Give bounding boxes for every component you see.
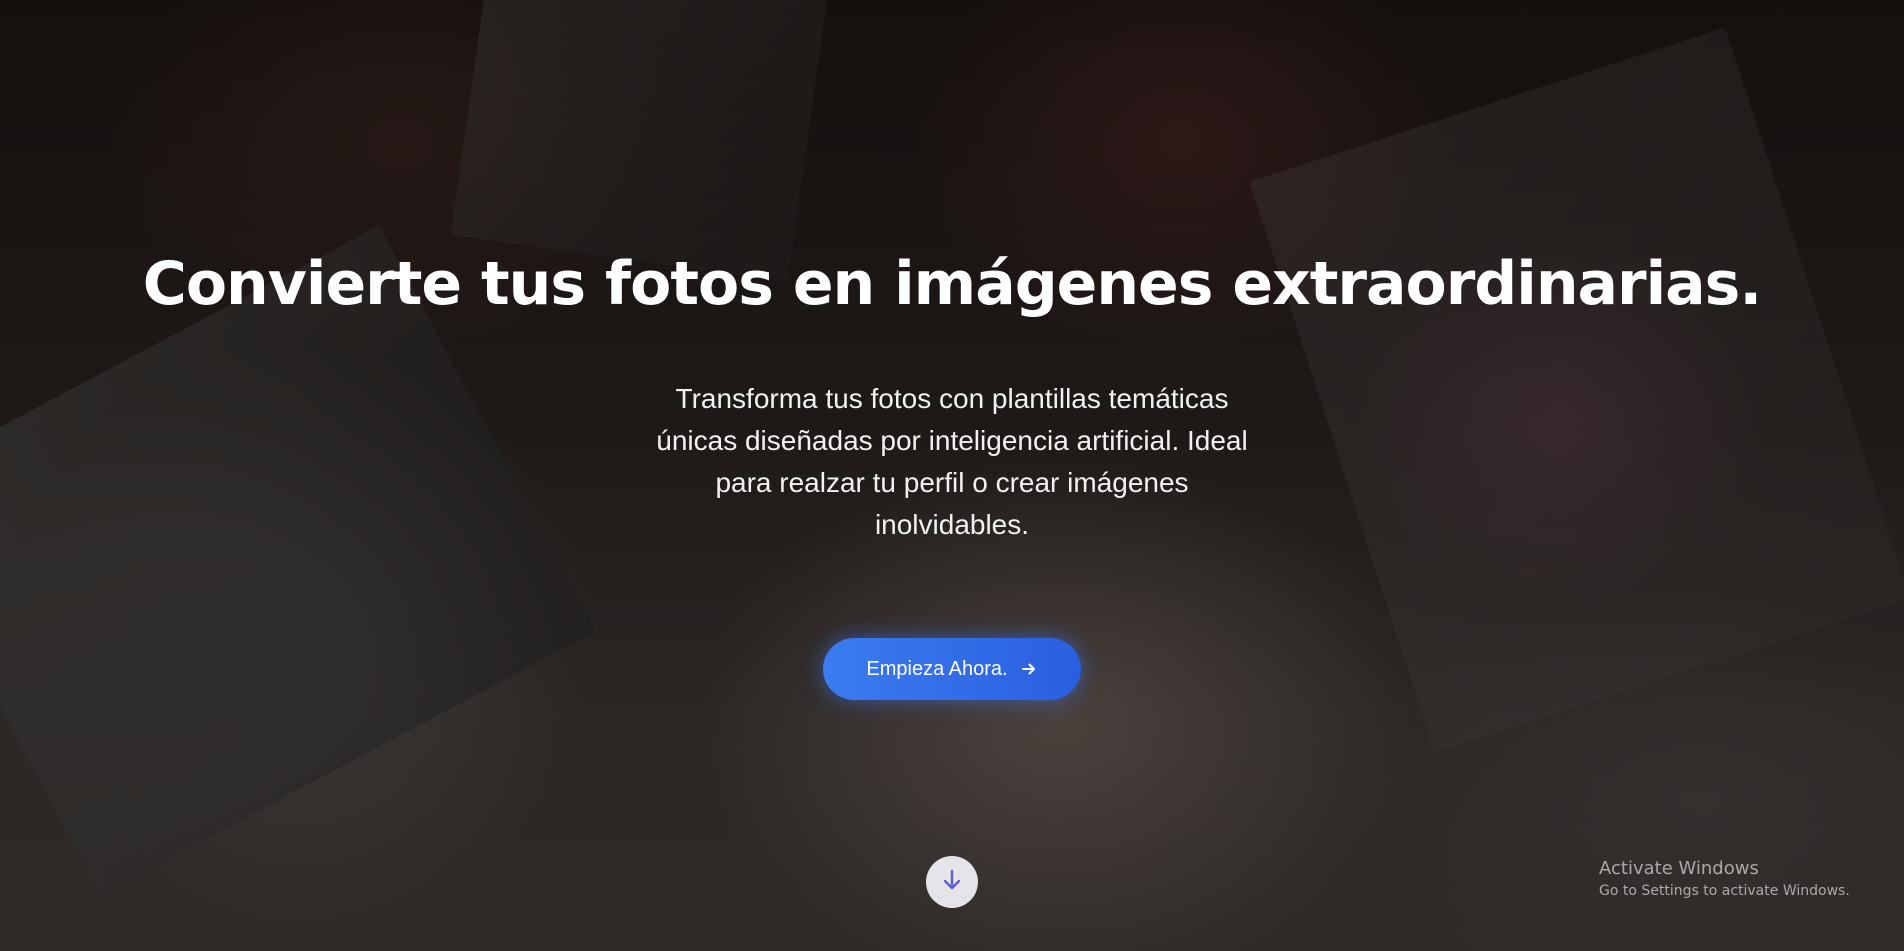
start-now-label: Empieza Ahora. [866,657,1008,680]
hero-headline: Convierte tus fotos en imágenes extraord… [142,249,1762,319]
arrow-down-icon [939,867,965,898]
scroll-down-button[interactable] [926,856,978,908]
hero-subtitle: Transforma tus fotos con plantillas temá… [656,383,1248,540]
watermark-title: Activate Windows [1599,858,1759,879]
watermark-subtitle: Go to Settings to activate Windows. [1599,883,1850,899]
hero-section: Convierte tus fotos en imágenes extraord… [0,0,1904,951]
windows-activation-watermark: Activate Windows Go to Settings to activ… [1599,857,1850,901]
start-now-button[interactable]: Empieza Ahora. [823,638,1081,700]
arrow-right-icon [1020,660,1038,678]
